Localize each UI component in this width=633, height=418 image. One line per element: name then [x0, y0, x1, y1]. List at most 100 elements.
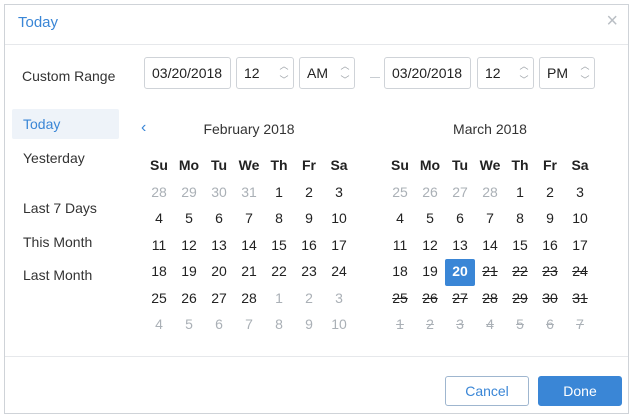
calendar-week-row: 11 12 13 14 15 16 17 [144, 233, 354, 260]
preset-this-month[interactable]: This Month [12, 227, 119, 257]
calendar-day[interactable]: 9 [294, 206, 324, 233]
calendar-day[interactable]: 6 [204, 206, 234, 233]
start-period-stepper[interactable]: AM ︿ ﹀ [299, 57, 355, 89]
up-down-spinner-icon[interactable]: ︿ ﹀ [517, 61, 531, 85]
calendar-day[interactable]: 16 [535, 233, 565, 260]
calendar-day[interactable]: 5 [415, 206, 445, 233]
calendar-day[interactable]: 13 [204, 233, 234, 260]
calendar-day[interactable]: 18 [385, 259, 415, 286]
preset-last-month[interactable]: Last Month [12, 260, 119, 290]
preset-today[interactable]: Today [12, 109, 119, 139]
calendar-day[interactable]: 1 [264, 180, 294, 207]
calendar-day-disabled: 31 [572, 289, 588, 306]
cancel-button[interactable]: Cancel [445, 376, 529, 406]
calendar-day[interactable]: 10 [324, 312, 354, 339]
calendar-day[interactable]: 27 [204, 286, 234, 313]
calendar-day[interactable]: 31 [234, 180, 264, 207]
calendar-day-selected[interactable]: 20 [445, 259, 475, 286]
calendar-day[interactable]: 3 [565, 180, 595, 207]
start-date-field[interactable]: 03/20/2018 [144, 57, 231, 89]
end-date-value: 03/20/2018 [392, 65, 463, 81]
calendar-day[interactable]: 2 [294, 180, 324, 207]
weekday-label: Su [391, 157, 409, 173]
end-period-stepper[interactable]: PM ︿ ﹀ [539, 57, 595, 89]
calendar-day[interactable]: 10 [324, 206, 354, 233]
calendar-day[interactable]: 28 [144, 180, 174, 207]
end-date-field[interactable]: 03/20/2018 [384, 57, 471, 89]
calendar-day[interactable]: 13 [445, 233, 475, 260]
calendar-day[interactable]: 17 [565, 233, 595, 260]
calendar-day[interactable]: 4 [144, 206, 174, 233]
weekday-label: Sa [571, 157, 589, 173]
calendar-month-title: February 2018 [203, 121, 295, 137]
dialog-title: Today [18, 14, 59, 31]
calendar-day[interactable]: 9 [535, 206, 565, 233]
calendar-day[interactable]: 2 [294, 286, 324, 313]
calendar-day-disabled: 3 [456, 316, 464, 332]
calendar-day[interactable]: 14 [475, 233, 505, 260]
start-hour-stepper[interactable]: 12 ︿ ﹀ [236, 57, 294, 89]
calendar-day[interactable]: 12 [415, 233, 445, 260]
calendar-day[interactable]: 15 [505, 233, 535, 260]
calendar-day[interactable]: 3 [324, 180, 354, 207]
calendar-day[interactable]: 5 [174, 312, 204, 339]
calendar-day[interactable]: 11 [385, 233, 415, 260]
calendar-day[interactable]: 6 [204, 312, 234, 339]
calendar-day[interactable]: 7 [475, 206, 505, 233]
calendar-day[interactable]: 16 [294, 233, 324, 260]
calendar-day[interactable]: 8 [505, 206, 535, 233]
weekday-label: Th [511, 157, 529, 173]
calendar-day[interactable]: 21 [234, 259, 264, 286]
calendar-day[interactable]: 19 [415, 259, 445, 286]
calendar-day[interactable]: 1 [264, 286, 294, 313]
preset-yesterday[interactable]: Yesterday [12, 143, 119, 173]
calendar-day-disabled: 22 [512, 263, 528, 279]
done-button[interactable]: Done [538, 376, 622, 406]
up-down-spinner-icon[interactable]: ︿ ﹀ [277, 61, 291, 85]
up-down-spinner-icon[interactable]: ︿ ﹀ [338, 61, 352, 85]
up-down-spinner-icon[interactable]: ︿ ﹀ [578, 61, 592, 85]
calendar-day[interactable]: 20 [204, 259, 234, 286]
calendar-grid: Su Mo Tu We Th Fr Sa 25 26 27 28 1 2 3 4 5 6 7 8 9 10 11 12 13 1… [385, 153, 595, 339]
calendar-day[interactable]: 29 [174, 180, 204, 207]
calendar-day[interactable]: 28 [234, 286, 264, 313]
calendar-day[interactable]: 10 [565, 206, 595, 233]
end-hour-stepper[interactable]: 12 ︿ ﹀ [477, 57, 534, 89]
end-hour-value: 12 [485, 65, 501, 81]
calendar-day[interactable]: 19 [174, 259, 204, 286]
calendar-day[interactable]: 6 [445, 206, 475, 233]
calendar-day[interactable]: 5 [174, 206, 204, 233]
calendar-day[interactable]: 14 [234, 233, 264, 260]
calendar-day[interactable]: 1 [505, 180, 535, 207]
calendar-day[interactable]: 28 [475, 180, 505, 207]
calendar-week-row: 28 29 30 31 1 2 3 [144, 180, 354, 207]
calendar-day[interactable]: 17 [324, 233, 354, 260]
calendar-day[interactable]: 27 [445, 180, 475, 207]
calendar-day[interactable]: 30 [204, 180, 234, 207]
calendar-day[interactable]: 3 [324, 286, 354, 313]
close-icon[interactable]: × [606, 10, 618, 33]
calendar-week-row: 11 12 13 14 15 16 17 [385, 233, 595, 260]
calendar-day[interactable]: 22 [264, 259, 294, 286]
calendar-day[interactable]: 8 [264, 206, 294, 233]
calendar-day[interactable]: 4 [385, 206, 415, 233]
calendar-day[interactable]: 26 [415, 180, 445, 207]
calendar-day[interactable]: 11 [144, 233, 174, 260]
calendar-day[interactable]: 15 [264, 233, 294, 260]
calendar-day[interactable]: 23 [294, 259, 324, 286]
calendar-day[interactable]: 2 [535, 180, 565, 207]
calendar-day[interactable]: 7 [234, 312, 264, 339]
preset-last-7-days[interactable]: Last 7 Days [12, 193, 119, 223]
calendar-day[interactable]: 4 [144, 312, 174, 339]
calendar-day[interactable]: 24 [324, 259, 354, 286]
calendar-day[interactable]: 9 [294, 312, 324, 339]
calendar-day[interactable]: 12 [174, 233, 204, 260]
calendar-day[interactable]: 8 [264, 312, 294, 339]
calendar-day[interactable]: 7 [234, 206, 264, 233]
calendar-day[interactable]: 25 [144, 286, 174, 313]
calendar-day[interactable]: 25 [385, 180, 415, 207]
start-hour-value: 12 [244, 65, 260, 81]
calendar-day[interactable]: 18 [144, 259, 174, 286]
calendar-day[interactable]: 26 [174, 286, 204, 313]
weekday-label: Sa [330, 157, 348, 173]
